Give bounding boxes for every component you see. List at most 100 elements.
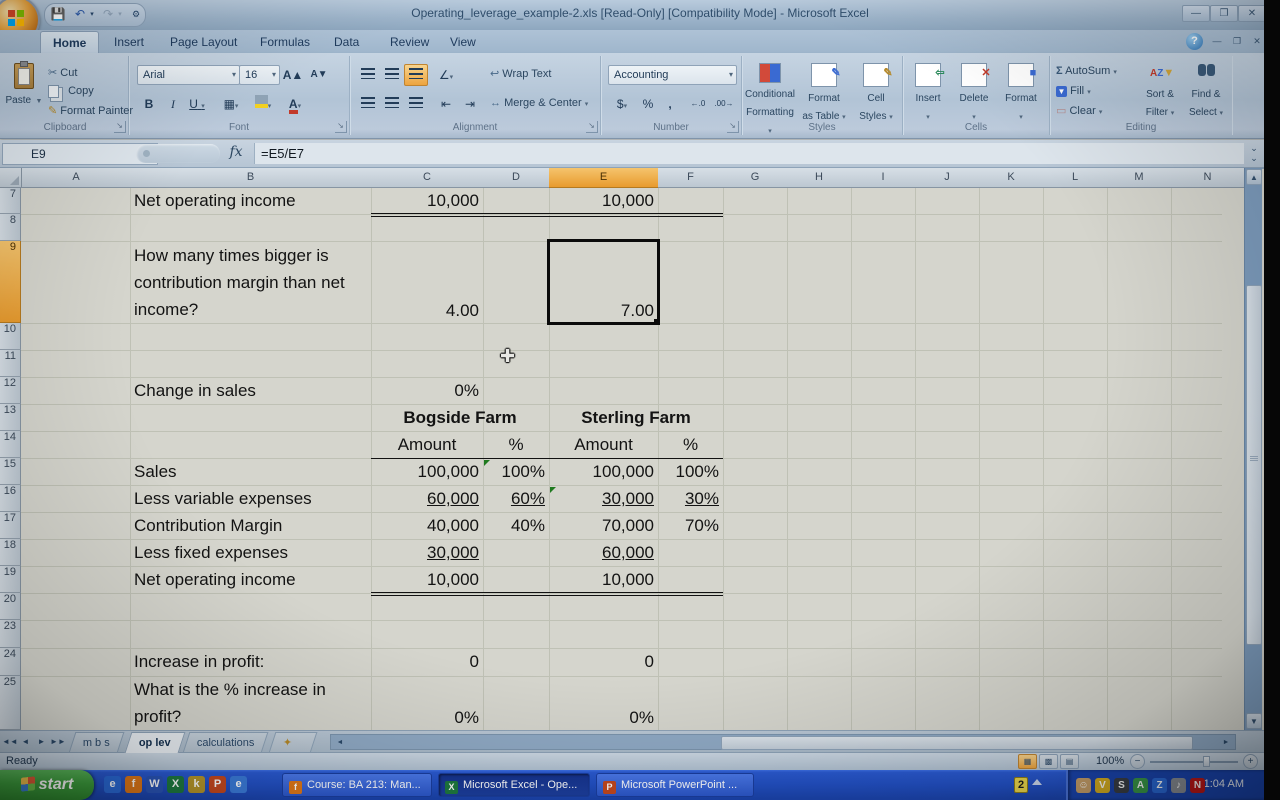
page-layout-view-icon[interactable]: ▩ [1039,754,1058,769]
key-icon[interactable]: k [188,776,205,793]
row-header-19[interactable]: 19 [0,566,21,593]
column-header-J[interactable]: J [915,168,980,188]
grow-font-icon[interactable]: A▲ [281,64,305,86]
row-header-25[interactable]: 25 [0,676,21,730]
spreadsheet-grid[interactable]: ✚ ABCDEFGHIJKLMN789101112131415161718192… [0,168,1244,730]
cell-B24[interactable]: Increase in profit: [130,648,371,676]
vertical-scrollbar[interactable]: ▲ ▼ [1244,168,1262,730]
sheet-tab-calculations[interactable]: calculations [183,732,269,753]
powerpoint-icon[interactable]: P [209,776,226,793]
cell-E19[interactable]: 10,000 [549,566,658,593]
cell-F14[interactable]: % [658,431,723,458]
column-header-C[interactable]: C [371,168,484,188]
column-header-H[interactable]: H [787,168,852,188]
number-format-select[interactable]: Accounting▾ [608,65,737,85]
cell-C12[interactable]: 0% [371,377,483,404]
row-header-16[interactable]: 16 [0,485,21,512]
tab-review[interactable]: Review [378,31,441,53]
selected-cell-outline[interactable] [547,239,660,325]
close-button[interactable]: ✕ [1238,5,1266,22]
font-dialog-launcher-icon[interactable]: ↘ [335,121,347,133]
row-header-13[interactable]: 13 [0,404,21,431]
column-header-L[interactable]: L [1043,168,1108,188]
copy-button[interactable]: Copy [48,82,94,100]
column-header-G[interactable]: G [723,168,788,188]
hide-tray-icons-icon[interactable] [1032,779,1042,785]
restore-button[interactable]: ❐ [1210,5,1238,22]
cut-button[interactable]: ✂ Cut [48,64,77,82]
shield-v-icon[interactable]: V [1095,778,1110,793]
select-all-button[interactable] [0,168,22,188]
volume-icon[interactable]: ♪ [1171,778,1186,793]
cell-E18[interactable]: 60,000 [549,539,658,566]
task-button-0[interactable]: fCourse: BA 213: Man... [282,773,432,797]
column-header-D[interactable]: D [483,168,550,188]
row-header-14[interactable]: 14 [0,431,21,458]
tab-view[interactable]: View [438,31,488,53]
fill-handle[interactable] [654,319,660,325]
cell-C17[interactable]: 40,000 [371,512,483,539]
norton-icon[interactable]: N [1190,778,1205,793]
cell-B19[interactable]: Net operating income [130,566,371,593]
insert-worksheet-tab[interactable]: ✦ [269,732,318,753]
cell-B16[interactable]: Less variable expenses [130,485,371,512]
cell-D14[interactable]: % [483,431,549,458]
decrease-indent-icon[interactable]: ⇤ [434,93,458,115]
middle-align-icon[interactable] [380,64,404,86]
next-sheet-icon[interactable]: ► [34,734,49,750]
cell-C13[interactable]: Bogside Farm [371,404,549,431]
cell-E24[interactable]: 0 [549,648,658,676]
bottom-align-icon[interactable] [404,64,428,86]
cell-E14[interactable]: Amount [549,431,658,458]
row-header-12[interactable]: 12 [0,377,21,404]
cell-F15[interactable]: 100% [658,458,723,485]
cell-C7[interactable]: 10,000 [371,188,483,214]
word-icon[interactable]: W [146,776,163,793]
column-header-K[interactable]: K [979,168,1044,188]
column-header-M[interactable]: M [1107,168,1172,188]
excel-icon[interactable]: X [167,776,184,793]
row-header-24[interactable]: 24 [0,648,21,676]
zoom-out-icon[interactable]: − [1130,754,1145,769]
font-color-icon[interactable]: A▾ [283,93,307,115]
clear-button[interactable]: ▭ Clear ▾ [1056,102,1102,120]
column-header-I[interactable]: I [851,168,916,188]
autosum-button[interactable]: Σ AutoSum ▾ [1056,62,1117,80]
format-cells-button[interactable]: ■ Format▾ [999,61,1043,123]
prev-sheet-icon[interactable]: ◄ [18,734,33,750]
cell-E7[interactable]: 10,000 [549,188,658,214]
minimize-button[interactable]: — [1182,5,1210,22]
percent-format-icon[interactable]: % [637,93,659,115]
cell-B15[interactable]: Sales [130,458,371,485]
row-header-15[interactable]: 15 [0,458,21,485]
scroll-right-icon[interactable]: ► [1219,737,1233,749]
conditional-formatting-button[interactable]: ConditionalFormatting ▾ [744,61,796,123]
borders-icon[interactable]: ▦▾ [219,93,243,115]
cell-C24[interactable]: 0 [371,648,483,676]
scroll-down-icon[interactable]: ▼ [1246,713,1262,729]
expand-formula-bar-icon[interactable]: ⌄⌄ [1246,143,1262,163]
column-header-F[interactable]: F [658,168,724,188]
row-header-7[interactable]: 7 [0,188,21,214]
z-app-icon[interactable]: Z [1152,778,1167,793]
delete-cells-button[interactable]: ✕ Delete▾ [953,61,995,123]
underline-button[interactable]: U ▾ [185,93,209,115]
cell-B7[interactable]: Net operating income [130,188,371,214]
workbook-minimize-icon[interactable]: — [1208,34,1226,48]
cell-D15[interactable]: 100% [483,458,549,485]
row-header-23[interactable]: 23 [0,620,21,648]
cell-B18[interactable]: Less fixed expenses [130,539,371,566]
insert-cells-button[interactable]: ⇦ Insert▾ [907,61,949,123]
paste-button[interactable]: Paste ▼ [4,61,44,123]
cell-B25[interactable]: What is the % increase in profit? [130,676,371,730]
font-size-select[interactable]: 16▾ [239,65,280,85]
row-header-11[interactable]: 11 [0,350,21,377]
orientation-icon[interactable]: ∠▾ [434,64,458,86]
sheet-tab-op-lev[interactable]: op lev [125,732,186,753]
cell-F17[interactable]: 70% [658,512,723,539]
top-align-icon[interactable] [356,64,380,86]
alignment-dialog-launcher-icon[interactable]: ↘ [586,121,598,133]
tab-data[interactable]: Data [322,31,371,53]
explorer-icon[interactable]: e [230,776,247,793]
row-header-18[interactable]: 18 [0,539,21,566]
